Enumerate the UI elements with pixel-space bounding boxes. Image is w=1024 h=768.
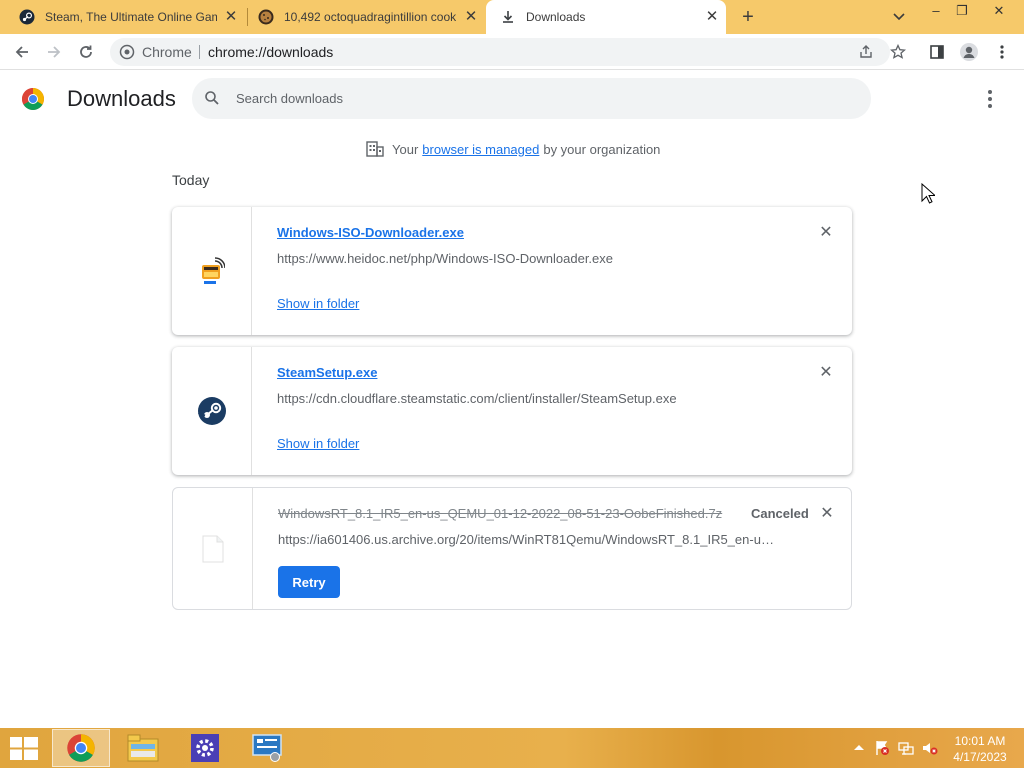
- url-text[interactable]: chrome://downloads: [208, 44, 333, 60]
- system-clock[interactable]: 10:01 AM 4/17/2023: [945, 733, 1015, 765]
- file-icon-column: [172, 207, 252, 335]
- close-icon[interactable]: ✕: [223, 9, 239, 25]
- file-icon-column: [172, 347, 252, 475]
- back-arrow-icon: [15, 46, 28, 58]
- page-title: Downloads: [67, 86, 176, 111]
- file-icon: [202, 535, 223, 562]
- download-icon: [503, 11, 513, 23]
- download-source-url[interactable]: https://ia601406.us.archive.org/20/items…: [278, 532, 778, 547]
- new-tab-button[interactable]: +: [737, 6, 759, 28]
- date-header: Today: [172, 172, 210, 188]
- forward-button[interactable]: [42, 40, 66, 64]
- search-downloads[interactable]: [192, 78, 871, 119]
- taskbar-app-control-panel[interactable]: [238, 729, 296, 767]
- settings-icon: [191, 734, 219, 762]
- mouse-cursor-icon: [921, 183, 935, 204]
- tab-title: Steam, The Ultimate Online Gam: [45, 10, 217, 24]
- close-window-button[interactable]: ✕: [984, 0, 1014, 24]
- taskbar-app-chrome[interactable]: [52, 729, 110, 767]
- star-icon: [890, 44, 906, 59]
- taskbar-app-settings[interactable]: [176, 729, 234, 767]
- download-filename: WindowsRT_8.1_IR5_en-us_QEMU_01-12-2022_…: [278, 506, 723, 521]
- heidoc-app-icon: [201, 257, 225, 284]
- show-in-folder-link[interactable]: Show in folder: [277, 436, 359, 451]
- taskbar: 10:01 AM 4/17/2023: [0, 728, 1024, 768]
- dot: [988, 104, 992, 108]
- browser-toolbar: Chrome chrome://downloads: [0, 34, 1024, 70]
- retry-button[interactable]: Retry: [278, 566, 340, 598]
- steam-icon: [19, 9, 35, 25]
- close-icon[interactable]: ✕: [704, 9, 720, 25]
- reload-icon: [80, 45, 92, 58]
- download-item: Windows-ISO-Downloader.exe https://www.h…: [172, 207, 852, 335]
- back-button[interactable]: [10, 40, 34, 64]
- share-icon: [860, 45, 872, 58]
- browser-menu-button[interactable]: [990, 40, 1014, 64]
- close-icon[interactable]: ✕: [463, 9, 479, 25]
- file-icon-column: [173, 488, 253, 609]
- side-panel-button[interactable]: [925, 40, 949, 64]
- scheme-label: Chrome: [142, 44, 192, 60]
- tab-title: 10,492 octoquadragintillion cook: [284, 10, 456, 24]
- chrome-logo-icon: [22, 88, 44, 110]
- managed-prefix: Your: [392, 141, 419, 157]
- download-item: SteamSetup.exe https://cdn.cloudflare.st…: [172, 347, 852, 475]
- tab-strip: Steam, The Ultimate Online Gam ✕ 10,492 …: [0, 0, 1024, 34]
- share-button[interactable]: [854, 40, 878, 64]
- remove-download-button[interactable]: ✕: [817, 364, 835, 382]
- avatar-icon: [960, 43, 978, 61]
- show-hidden-icons-chevron-icon[interactable]: [851, 740, 867, 756]
- tab-steam[interactable]: Steam, The Ultimate Online Gam ✕: [0, 0, 245, 34]
- control-panel-icon: [252, 734, 282, 762]
- show-in-folder-link[interactable]: Show in folder: [277, 296, 359, 311]
- dot: [988, 90, 992, 94]
- download-filename-link[interactable]: Windows-ISO-Downloader.exe: [277, 225, 464, 240]
- search-icon: [205, 91, 219, 105]
- vertical-dots-icon: [1000, 45, 1004, 59]
- tab-cookie-clicker[interactable]: 10,492 octoquadragintillion cook ✕: [248, 0, 485, 34]
- profile-button[interactable]: [957, 40, 981, 64]
- download-source-url[interactable]: https://cdn.cloudflare.steamstatic.com/c…: [277, 391, 677, 406]
- download-item: WindowsRT_8.1_IR5_en-us_QEMU_01-12-2022_…: [172, 487, 852, 610]
- chrome-page-icon: [119, 44, 135, 60]
- chrome-icon: [67, 734, 95, 762]
- remove-download-button[interactable]: ✕: [818, 505, 836, 523]
- address-bar[interactable]: Chrome chrome://downloads: [110, 38, 890, 66]
- restore-button[interactable]: ❐: [946, 0, 978, 24]
- cookie-icon: [258, 9, 274, 25]
- forward-arrow-icon: [48, 46, 61, 58]
- windows-start-icon[interactable]: [10, 737, 38, 761]
- managed-suffix: by your organization: [543, 141, 661, 157]
- tab-title: Downloads: [526, 10, 586, 24]
- downloads-menu-button[interactable]: [980, 88, 1000, 110]
- remove-download-button[interactable]: ✕: [817, 224, 835, 242]
- tab-search-chevron-icon[interactable]: [890, 9, 908, 25]
- browser-managed-link[interactable]: browser is managed: [422, 142, 539, 157]
- action-center-flag-icon[interactable]: [874, 740, 890, 756]
- dot: [988, 97, 992, 101]
- search-input[interactable]: [236, 88, 836, 108]
- building-icon: [366, 141, 384, 157]
- bookmark-button[interactable]: [886, 40, 910, 64]
- taskbar-app-file-explorer[interactable]: [114, 729, 172, 767]
- clock-date: 4/17/2023: [953, 750, 1007, 764]
- managed-browser-notice: Your browser is managed by your organiza…: [366, 140, 660, 158]
- download-filename-link[interactable]: SteamSetup.exe: [277, 365, 377, 380]
- status-label: Canceled: [751, 506, 809, 521]
- omnibox-divider: [199, 45, 200, 59]
- reload-button[interactable]: [74, 40, 98, 64]
- steam-icon: [197, 397, 226, 425]
- side-panel-icon: [930, 45, 944, 59]
- volume-muted-icon[interactable]: [922, 740, 938, 756]
- clock-time: 10:01 AM: [954, 734, 1006, 748]
- network-icon[interactable]: [898, 740, 914, 756]
- tab-downloads[interactable]: Downloads ✕: [486, 0, 726, 34]
- file-explorer-icon: [127, 734, 159, 762]
- download-source-url[interactable]: https://www.heidoc.net/php/Windows-ISO-D…: [277, 251, 613, 266]
